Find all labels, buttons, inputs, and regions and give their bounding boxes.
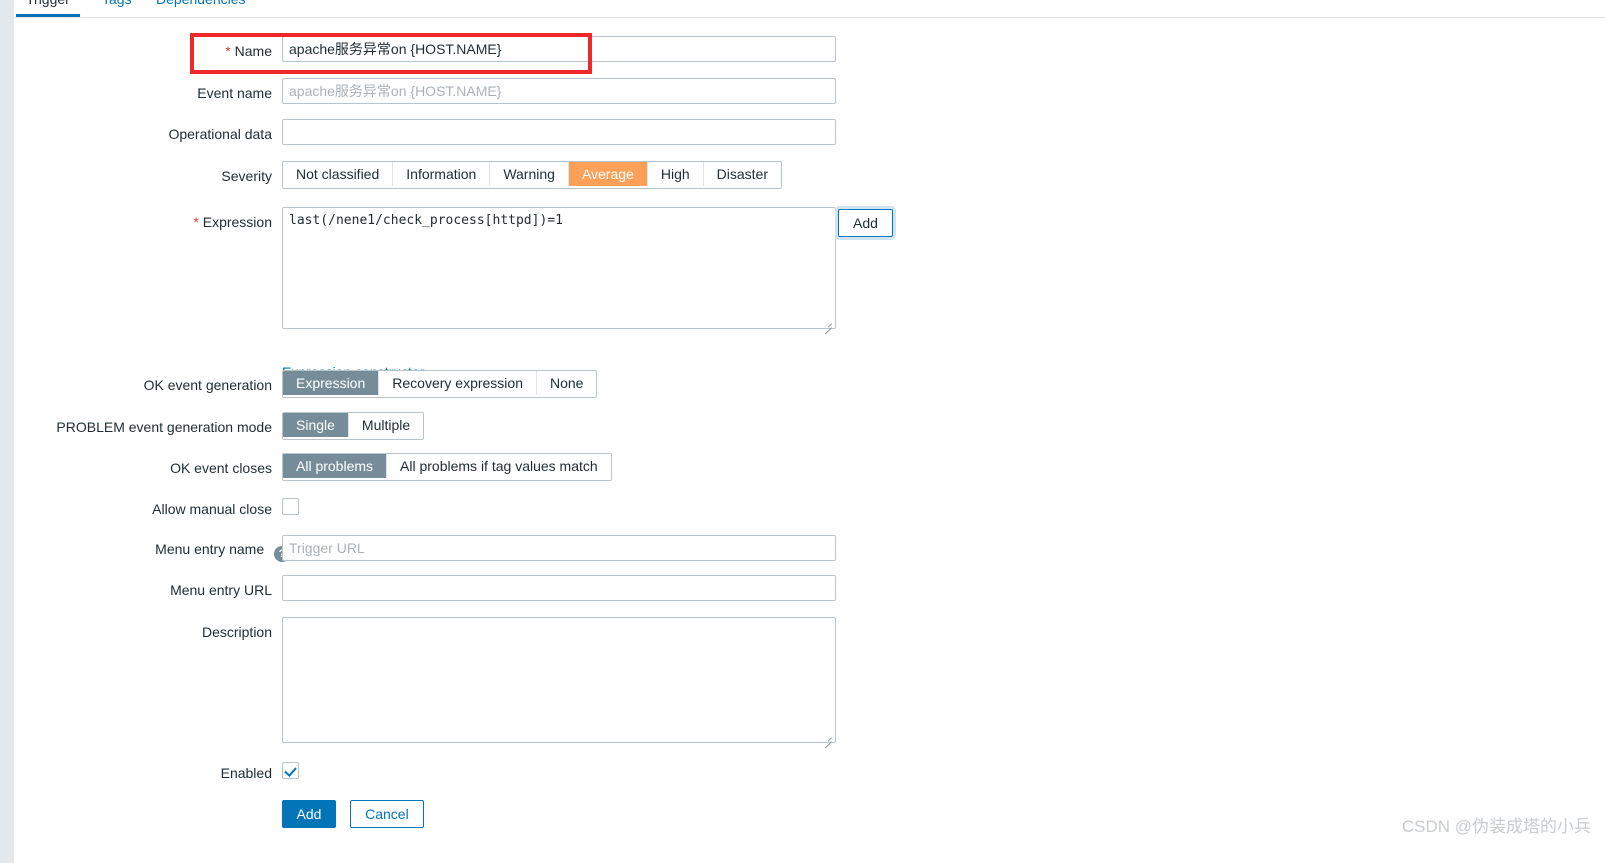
expression-add-button[interactable]: Add — [838, 209, 893, 237]
label-menu-entry-name-text: Menu entry name — [155, 541, 265, 557]
watermark: CSDN @伪装成塔的小兵 — [1401, 817, 1591, 836]
tab-tags[interactable]: Tags — [92, 0, 142, 17]
severity-option-high[interactable]: High — [647, 162, 704, 186]
event-name-input[interactable] — [282, 78, 836, 104]
ok-event-generation-option-none[interactable]: None — [537, 371, 597, 395]
label-allow-manual-close: Allow manual close — [152, 501, 272, 517]
problem-event-mode-option-single[interactable]: Single — [283, 413, 349, 437]
problem-event-generation-mode-segmented-control: Single Multiple — [282, 412, 425, 440]
severity-option-information[interactable]: Information — [393, 162, 491, 186]
label-severity: Severity — [221, 168, 272, 184]
field-event-name — [282, 78, 836, 104]
field-description — [282, 617, 836, 749]
allow-manual-close-checkbox[interactable] — [282, 497, 299, 515]
menu-entry-url-input[interactable] — [282, 575, 836, 601]
label-name: * Name — [14, 42, 272, 60]
description-textarea[interactable] — [282, 617, 836, 743]
expression-textarea[interactable] — [282, 207, 836, 329]
label-description: Description — [201, 624, 272, 640]
severity-option-not-classified[interactable]: Not classified — [283, 162, 394, 186]
ok-event-generation-segmented-control: Expression Recovery expression None — [282, 370, 598, 398]
field-problem-event-generation-mode: Single Multiple — [282, 412, 425, 440]
field-name — [282, 36, 836, 62]
required-marker-expression: * — [193, 214, 199, 230]
form-actions: Add Cancel — [282, 800, 424, 828]
tab-trigger[interactable]: Trigger — [16, 0, 80, 17]
label-ok-event-generation: OK event generation — [143, 377, 272, 393]
severity-option-disaster[interactable]: Disaster — [703, 162, 781, 186]
field-allow-manual-close — [282, 497, 299, 515]
field-operational-data — [282, 119, 836, 145]
name-input[interactable] — [282, 36, 836, 62]
field-menu-entry-url — [282, 575, 836, 601]
problem-event-mode-option-multiple[interactable]: Multiple — [348, 413, 424, 437]
label-name-text: Name — [234, 43, 272, 59]
severity-segmented-control: Not classified Information Warning Avera… — [282, 161, 782, 189]
field-menu-entry-name — [282, 535, 836, 561]
severity-option-warning[interactable]: Warning — [490, 162, 569, 186]
label-operational-data: Operational data — [168, 126, 272, 142]
field-severity: Not classified Information Warning Avera… — [282, 161, 782, 189]
ok-event-generation-option-recovery-expression[interactable]: Recovery expression — [379, 371, 537, 395]
ok-event-closes-option-all-problems[interactable]: All problems — [283, 454, 388, 478]
field-ok-event-generation: Expression Recovery expression None — [282, 370, 598, 398]
form-tabs: Trigger Tags Dependencies — [14, 0, 1605, 18]
label-ok-event-closes: OK event closes — [170, 460, 272, 476]
tab-dependencies[interactable]: Dependencies — [146, 0, 256, 17]
field-expression: Add — [282, 207, 893, 335]
severity-option-average[interactable]: Average — [568, 162, 648, 186]
label-expression-text: Expression — [202, 214, 272, 230]
label-menu-entry-name: Menu entry name ? — [14, 540, 290, 562]
cancel-button[interactable]: Cancel — [349, 800, 424, 828]
enabled-checkbox[interactable] — [282, 761, 299, 779]
submit-button[interactable]: Add — [282, 800, 336, 828]
label-menu-entry-url: Menu entry URL — [170, 582, 272, 598]
ok-event-closes-segmented-control: All problems All problems if tag values … — [282, 453, 612, 481]
label-expression: * Expression — [14, 213, 272, 231]
label-problem-event-generation-mode: PROBLEM event generation mode — [56, 419, 272, 435]
label-event-name: Event name — [197, 85, 272, 101]
ok-event-closes-option-tag-values-match[interactable]: All problems if tag values match — [387, 454, 611, 478]
trigger-form-page: Trigger Tags Dependencies * Name Event n… — [14, 0, 1605, 863]
field-enabled — [282, 761, 299, 779]
ok-event-generation-option-expression[interactable]: Expression — [283, 371, 380, 395]
field-ok-event-closes: All problems All problems if tag values … — [282, 453, 612, 481]
label-enabled: Enabled — [220, 765, 272, 781]
operational-data-input[interactable] — [282, 119, 836, 145]
required-marker-name: * — [225, 43, 231, 59]
menu-entry-name-input[interactable] — [282, 535, 836, 561]
